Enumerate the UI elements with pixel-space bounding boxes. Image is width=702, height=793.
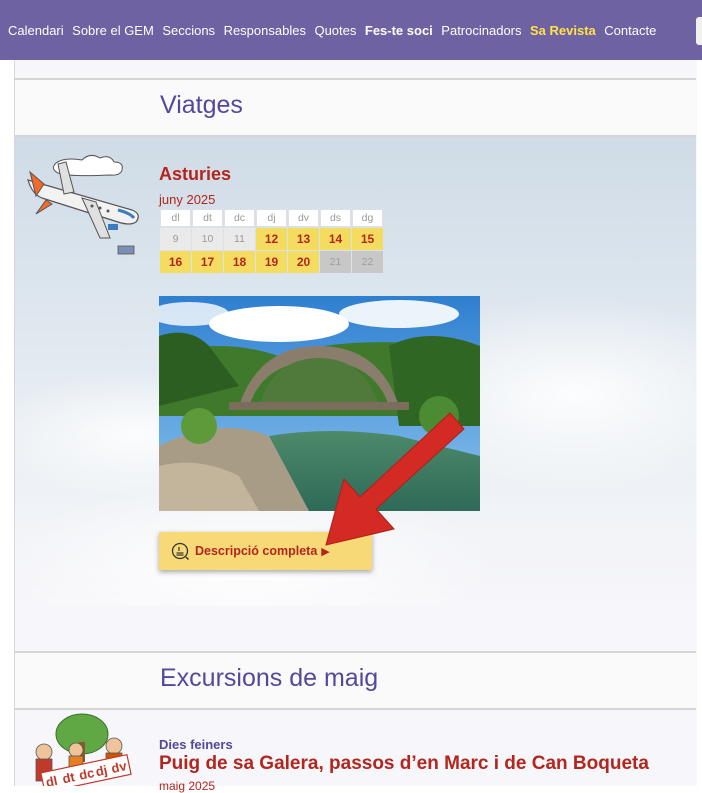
document-icon <box>171 542 189 560</box>
nav-item-calendari[interactable]: Calendari <box>8 23 64 38</box>
calendar-day-trip: 13 <box>288 228 319 250</box>
trip-calendar: dl dt dc dj dv ds dg 9 10 11 12 13 14 15… <box>159 208 384 274</box>
calendar-day-trip: 12 <box>256 228 287 250</box>
section-title-excursions: Excursions de maig <box>160 664 379 692</box>
excursion-date: maig 2025 <box>159 779 216 793</box>
badge-letter: dc <box>78 765 96 783</box>
nav-edge-button[interactable] <box>696 17 702 45</box>
top-nav: Calendari Sobre el GEM Seccions Responsa… <box>0 0 702 60</box>
excursion-title[interactable]: Puig de sa Galera, passos d’en Marc i de… <box>159 753 649 775</box>
nav-item-sobre-el-gem[interactable]: Sobre el GEM <box>72 23 154 38</box>
calendar-header: dg <box>352 209 383 227</box>
trip-month: juny 2025 <box>159 192 216 207</box>
calendar-header: dl <box>160 209 191 227</box>
calendar-day: 10 <box>192 228 223 250</box>
section-header-viatges: Viatges <box>15 78 696 137</box>
calendar-day-trip: 20 <box>288 251 319 273</box>
calendar-header: dv <box>288 209 319 227</box>
calendar-day: 11 <box>224 228 255 250</box>
calendar-header: dj <box>256 209 287 227</box>
calendar-day-trip: 17 <box>192 251 223 273</box>
nav-item-responsables[interactable]: Responsables <box>224 23 306 38</box>
nav-item-patrocinadors[interactable]: Patrocinadors <box>441 23 521 38</box>
excursion-subtitle: Dies feiners <box>159 737 233 752</box>
hikers-icon: dl dt dc dj dv <box>35 713 132 786</box>
nav-item-sa-revista[interactable]: Sa Revista <box>530 23 596 38</box>
nav-item-seccions[interactable]: Seccions <box>162 23 215 38</box>
nav-item-contacte[interactable]: Contacte <box>604 23 656 38</box>
calendar-day-trip: 16 <box>160 251 191 273</box>
nav-item-quotes[interactable]: Quotes <box>314 23 356 38</box>
calendar-header: ds <box>320 209 351 227</box>
calendar-day: 21 <box>320 251 351 273</box>
nav-item-fes-te-soci[interactable]: Fes-te soci <box>365 23 433 38</box>
calendar-day: 22 <box>352 251 383 273</box>
pointer-arrow-icon <box>325 412 465 546</box>
calendar-header: dt <box>192 209 223 227</box>
calendar-day-trip: 15 <box>352 228 383 250</box>
calendar-header: dc <box>224 209 255 227</box>
full-description-label: Descripció completa <box>195 544 318 558</box>
calendar-day-trip: 14 <box>320 228 351 250</box>
section-title-viatges: Viatges <box>160 91 243 119</box>
airplane-icon <box>27 154 139 255</box>
calendar-day-trip: 18 <box>224 251 255 273</box>
section-header-excursions: Excursions de maig <box>15 651 696 710</box>
trip-title[interactable]: Asturies <box>159 164 231 185</box>
calendar-day-trip: 19 <box>256 251 287 273</box>
calendar-day: 9 <box>160 228 191 250</box>
